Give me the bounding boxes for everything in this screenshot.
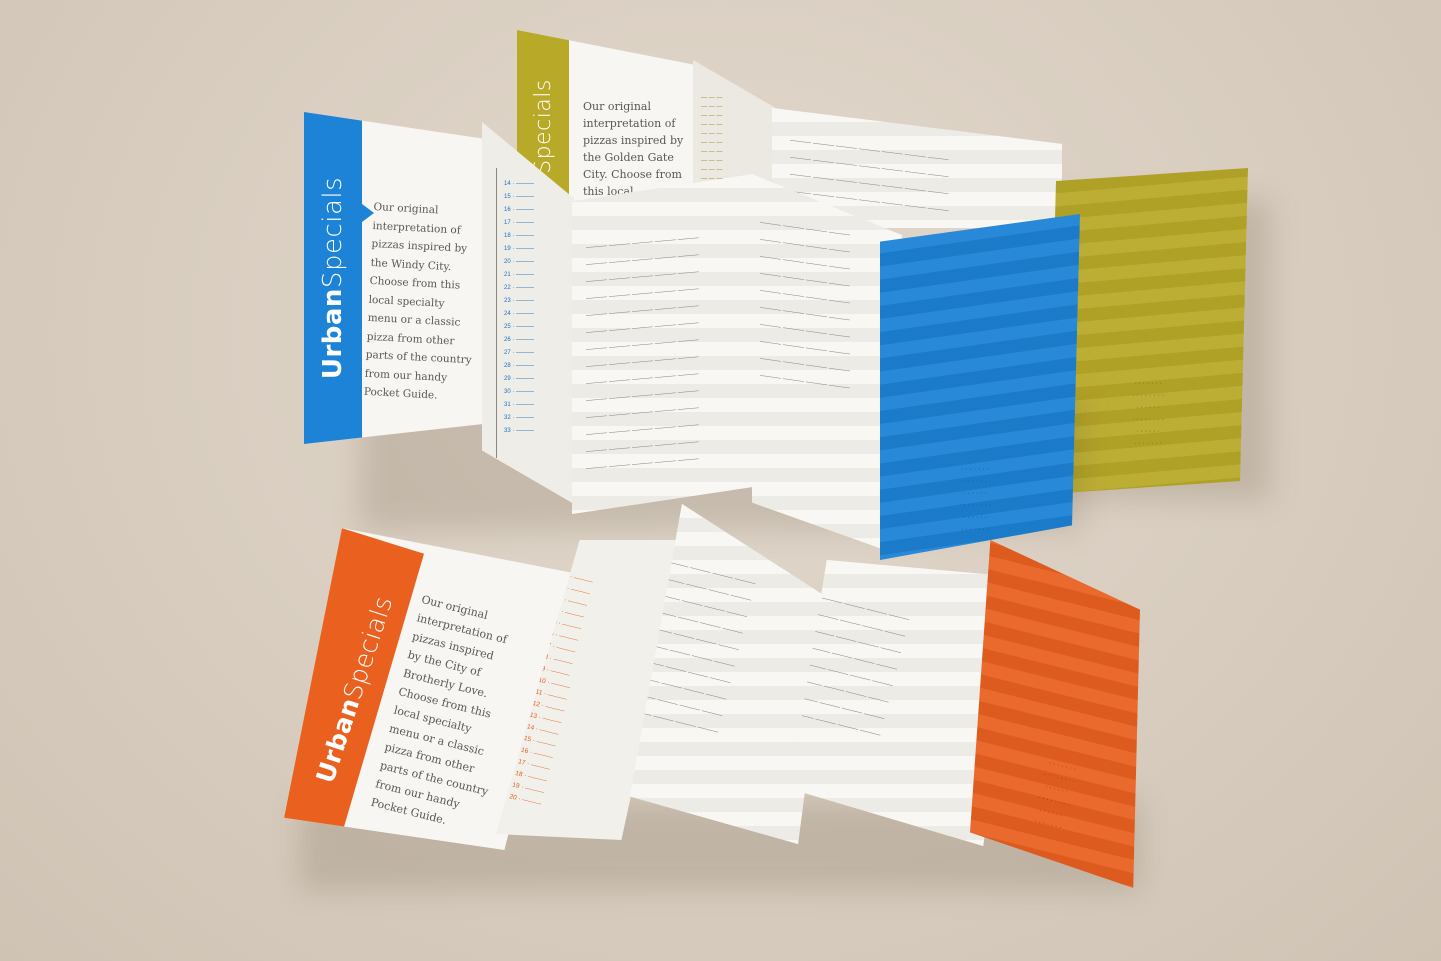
orange-menu-lines-2: ——— ——— ——— ——— ——— ——— ——— ——— ——— ——— —…: [792, 594, 910, 739]
olive-menu-table: — — — — — — — — — — — — — — — — — — — — — — — …: [701, 95, 723, 182]
blue-menu-lines-2: ——— ——— ——— ——— ——— ——— ——— ——— ——— ——— —…: [760, 219, 850, 392]
photo-scene: Specials Our original interpretation of …: [0, 0, 1441, 961]
blue-back-cover: · · · · · · · · · · · · · · · · · · · · · …: [880, 214, 1080, 560]
olive-brand-wordmark: Specials: [530, 78, 556, 174]
blue-table-rule: [496, 168, 497, 458]
blue-brochure-front-panel: UrbanSpecials Our original interpretatio…: [304, 112, 482, 444]
blue-menu-lines-1: ——— ——— ——— ——— ——— ——— ——— ——— ——— ——— —…: [586, 234, 699, 473]
olive-back-address: · · · · · · · · · · · · · · · · · · · · · …: [1131, 380, 1165, 447]
blue-brand-bar: UrbanSpecials: [304, 112, 362, 444]
blue-brand-wordmark: UrbanSpecials: [318, 176, 348, 380]
blue-menu-table: 14 · ——— 15 · ——— 16 · ——— 17 · ——— 18 · ——…: [504, 181, 535, 434]
blue-back-address: · · · · · · · · · · · · · · · · · · · · · …: [958, 466, 992, 533]
blue-brochure-menu-panel-2: ——— ——— ——— ——— ——— ——— ——— ——— ——— ——— —…: [752, 174, 902, 556]
olive-intro-text: Our original interpretation of pizzas in…: [583, 100, 684, 198]
orange-back-cover: · · · · · · · · · · · · · · · · · · · · · …: [970, 540, 1140, 888]
blue-intro-text: Our original interpretation of pizzas in…: [363, 200, 472, 402]
blue-brochure-menu-panel-1: ——— ——— ——— ——— ——— ——— ——— ——— ——— ——— —…: [572, 174, 754, 514]
